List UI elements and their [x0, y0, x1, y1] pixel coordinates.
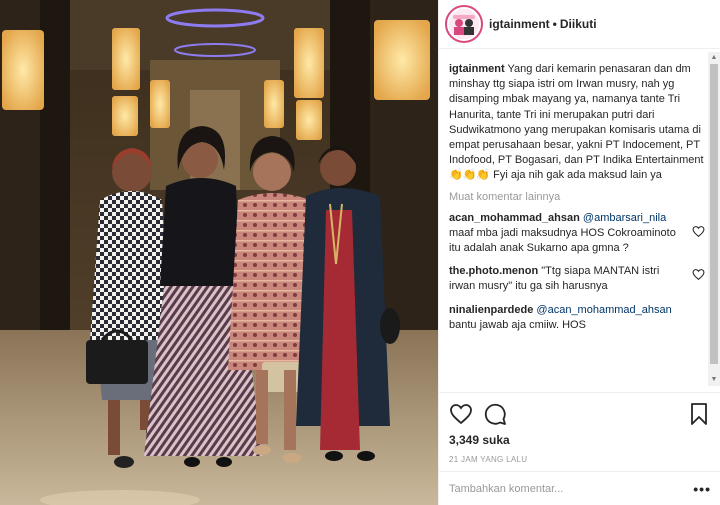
- avatar-logo-icon: [449, 9, 479, 39]
- caption-text: Yang dari kemarin penasaran dan dm minsh…: [449, 63, 704, 182]
- comment-mention[interactable]: @acan_mohammad_ahsan: [536, 304, 671, 316]
- heart-small-icon[interactable]: [692, 225, 705, 238]
- caption-username[interactable]: igtainment: [449, 63, 505, 75]
- photo-scene: [0, 0, 438, 505]
- bookmark-icon[interactable]: [687, 402, 711, 426]
- comments-list[interactable]: igtainment Yang dari kemarin penasaran d…: [439, 62, 707, 392]
- post-side-panel: igtainment • Diikuti igtainment Yang dar…: [438, 0, 720, 505]
- comment-text: maaf mba jadi maksudnya HOS Cokroaminoto…: [449, 226, 676, 255]
- post-caption: igtainment Yang dari kemarin penasaran d…: [449, 62, 707, 184]
- avatar-logo: [449, 9, 479, 39]
- comment-item: the.photo.menon "Ttg siapa MANTAN istri …: [449, 264, 707, 294]
- more-options-icon[interactable]: •••: [693, 481, 711, 497]
- load-more-comments-button[interactable]: Muat komentar lainnya: [449, 191, 707, 203]
- heart-icon[interactable]: [449, 402, 473, 426]
- scroll-down-arrow-icon[interactable]: ▼: [708, 374, 720, 386]
- comment-item: acan_mohammad_ahsan @ambarsari_nila maaf…: [449, 211, 707, 257]
- comment-bubble-icon[interactable]: [483, 402, 507, 426]
- comment-mention[interactable]: @ambarsari_nila: [583, 212, 666, 224]
- comment-username[interactable]: the.photo.menon: [449, 265, 538, 277]
- post-header: igtainment • Diikuti: [439, 0, 720, 49]
- comment-text: bantu jawab aja cmiiw. HOS: [449, 318, 586, 331]
- follow-status-button[interactable]: Diikuti: [560, 17, 597, 31]
- add-comment-bar: •••: [439, 471, 720, 505]
- comment-username[interactable]: ninalienpardede: [449, 304, 533, 316]
- likes-count[interactable]: 3,349 suka: [449, 433, 711, 447]
- action-icons-row: [449, 399, 711, 431]
- post-actions: 3,349 suka 21 JAM YANG LALU: [439, 392, 720, 464]
- post-photo[interactable]: [0, 0, 438, 505]
- header-username[interactable]: igtainment: [489, 17, 550, 31]
- add-comment-input[interactable]: [449, 482, 694, 495]
- post-timestamp[interactable]: 21 JAM YANG LALU: [449, 455, 711, 464]
- comment-item: ninalienpardede @acan_mohammad_ahsan ban…: [449, 303, 707, 333]
- scroll-up-arrow-icon[interactable]: ▲: [708, 52, 720, 64]
- comment-username[interactable]: acan_mohammad_ahsan: [449, 212, 580, 224]
- profile-avatar[interactable]: [445, 5, 483, 43]
- header-separator: •: [552, 17, 557, 31]
- heart-small-icon[interactable]: [692, 268, 705, 281]
- scrollbar-thumb[interactable]: [710, 64, 718, 364]
- comments-scrollbar[interactable]: ▲ ▼: [708, 52, 720, 386]
